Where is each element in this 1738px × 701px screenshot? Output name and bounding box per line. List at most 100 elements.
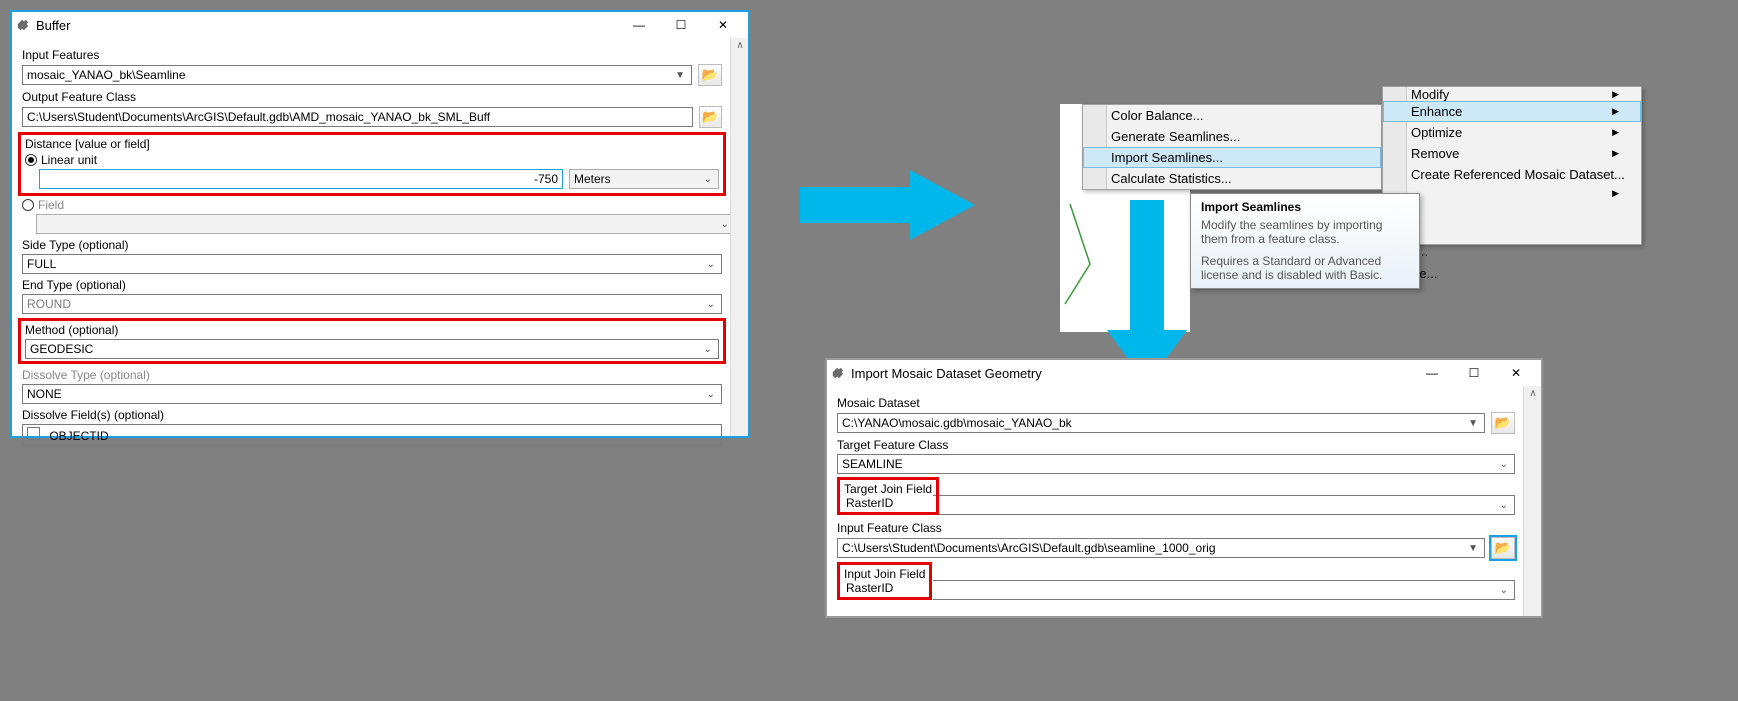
- linear-unit-radio[interactable]: Linear unit: [25, 153, 719, 167]
- field-combo[interactable]: ⌄: [36, 214, 736, 234]
- mosaic-dataset-value: C:\YANAO\mosaic.gdb\mosaic_YANAO_bk: [842, 416, 1072, 430]
- distance-label: Distance [value or field]: [25, 137, 719, 151]
- buffer-title: Buffer: [36, 18, 70, 33]
- target-join-label: Target Join Field: [844, 482, 932, 496]
- side-type-value: FULL: [27, 257, 56, 271]
- tooltip-body-1: Modify the seamlines by importing them f…: [1201, 218, 1409, 246]
- arrow-right-icon: [800, 165, 980, 248]
- input-join-value: RasterID: [844, 581, 925, 595]
- chevron-down-icon: ⌄: [707, 259, 717, 270]
- field-radio[interactable]: Field: [22, 198, 722, 212]
- chevron-down-icon: ▼: [1468, 543, 1480, 554]
- context-menu-parent: Modify▶ Enhance▶ Optimize▶ Remove▶ Creat…: [1382, 86, 1642, 245]
- dissolve-type-value: NONE: [27, 387, 62, 401]
- chevron-down-icon: ⌄: [704, 344, 714, 355]
- chevron-down-icon: ⌄: [1500, 459, 1510, 470]
- chevron-down-icon: ⌄: [704, 174, 714, 185]
- input-features-combo[interactable]: mosaic_YANAO_bk\Seamline ▼: [22, 65, 692, 85]
- submenu-arrow-icon: ▶: [1612, 148, 1619, 159]
- browse-input-fc-button[interactable]: 📂: [1491, 537, 1515, 559]
- method-section-highlight: Method (optional) GEODESIC ⌄: [18, 318, 726, 364]
- mosaic-dataset-combo[interactable]: C:\YANAO\mosaic.gdb\mosaic_YANAO_bk ▼: [837, 413, 1485, 433]
- tooltip-title: Import Seamlines: [1201, 200, 1409, 214]
- submenu-arrow-icon: ▶: [1612, 106, 1619, 117]
- scrollbar[interactable]: ∧: [1523, 386, 1541, 616]
- chevron-down-icon: ⌄: [707, 389, 717, 400]
- objectid-label: OBJECTID: [49, 429, 108, 443]
- output-label: Output Feature Class: [22, 90, 722, 104]
- ctx-color-balance[interactable]: Color Balance...: [1083, 105, 1381, 126]
- output-path-input[interactable]: [22, 107, 693, 127]
- objectid-checkbox[interactable]: [27, 427, 40, 440]
- ctx-generate-seamlines[interactable]: Generate Seamlines...: [1083, 126, 1381, 147]
- close-button[interactable]: ✕: [702, 13, 744, 37]
- target-fc-value: SEAMLINE: [842, 457, 903, 471]
- distance-unit-value: Meters: [574, 172, 611, 186]
- dissolve-type-label: Dissolve Type (optional): [22, 368, 722, 382]
- end-type-value: ROUND: [27, 297, 71, 311]
- method-label: Method (optional): [25, 323, 719, 337]
- side-type-combo[interactable]: FULL ⌄: [22, 254, 722, 274]
- input-fc-combo[interactable]: C:\Users\Student\Documents\ArcGIS\Defaul…: [837, 538, 1485, 558]
- linear-unit-label: Linear unit: [41, 153, 97, 167]
- radio-unselected-icon: [22, 199, 34, 211]
- ctx-remove[interactable]: Remove▶: [1383, 143, 1641, 164]
- input-features-value: mosaic_YANAO_bk\Seamline: [27, 68, 186, 82]
- target-join-combo[interactable]: ⌄: [933, 495, 1515, 515]
- minimize-button[interactable]: —: [1411, 361, 1453, 385]
- ctx-share-service[interactable]: Share As Image Service...: [1383, 223, 1641, 244]
- input-join-highlight: Input Join Field RasterID: [837, 562, 932, 600]
- method-value: GEODESIC: [30, 342, 93, 356]
- input-features-label: Input Features: [22, 48, 722, 62]
- end-type-combo[interactable]: ROUND ⌄: [22, 294, 722, 314]
- scroll-up-icon[interactable]: ∧: [1526, 388, 1540, 402]
- ctx-modify[interactable]: Modify▶: [1383, 87, 1641, 101]
- target-fc-label: Target Feature Class: [837, 438, 1515, 452]
- chevron-down-icon: ▼: [1468, 418, 1480, 429]
- browse-mosaic-button[interactable]: 📂: [1491, 412, 1515, 434]
- ctx-analyze[interactable]: Analyze...: [1383, 202, 1641, 223]
- maximize-button[interactable]: ☐: [660, 13, 702, 37]
- distance-section-highlight: Distance [value or field] Linear unit Me…: [18, 132, 726, 196]
- minimize-button[interactable]: —: [618, 13, 660, 37]
- ctx-repair[interactable]: ▶: [1383, 185, 1641, 202]
- input-fc-label: Input Feature Class: [837, 521, 1515, 535]
- import-titlebar[interactable]: Import Mosaic Dataset Geometry — ☐ ✕: [827, 360, 1541, 386]
- tool-icon: [16, 18, 30, 32]
- chevron-down-icon: ▼: [675, 70, 687, 81]
- maximize-button[interactable]: ☐: [1453, 361, 1495, 385]
- method-combo[interactable]: GEODESIC ⌄: [25, 339, 719, 359]
- chevron-down-icon: ⌄: [707, 299, 717, 310]
- buffer-titlebar[interactable]: Buffer — ☐ ✕: [12, 12, 748, 38]
- submenu-arrow-icon: ▶: [1612, 89, 1619, 100]
- scrollbar[interactable]: ∧: [730, 38, 748, 436]
- input-join-combo[interactable]: ⌄: [933, 580, 1515, 600]
- submenu-arrow-icon: ▶: [1612, 127, 1619, 138]
- ctx-import-seamlines[interactable]: Import Seamlines...: [1083, 147, 1381, 168]
- ctx-calculate-statistics[interactable]: Calculate Statistics...: [1083, 168, 1381, 189]
- browse-input-button[interactable]: 📂: [698, 64, 722, 86]
- ctx-enhance[interactable]: Enhance▶: [1383, 101, 1641, 122]
- dissolve-type-combo[interactable]: NONE ⌄: [22, 384, 722, 404]
- import-window: Import Mosaic Dataset Geometry — ☐ ✕ ∧ M…: [825, 358, 1543, 618]
- target-fc-combo[interactable]: SEAMLINE ⌄: [837, 454, 1515, 474]
- input-join-label: Input Join Field: [844, 567, 925, 581]
- scroll-up-icon[interactable]: ∧: [733, 40, 747, 54]
- browse-output-button[interactable]: 📂: [699, 106, 722, 128]
- context-menu-mosaic: Color Balance... Generate Seamlines... I…: [1082, 104, 1382, 190]
- close-button[interactable]: ✕: [1495, 361, 1537, 385]
- target-join-value: RasterID: [844, 496, 932, 510]
- submenu-arrow-icon: ▶: [1612, 188, 1619, 199]
- radio-selected-icon: [25, 154, 37, 166]
- distance-unit-combo[interactable]: Meters ⌄: [569, 169, 719, 189]
- buffer-window: Buffer — ☐ ✕ ∧ Input Features mosaic_YAN…: [10, 10, 750, 438]
- mosaic-dataset-label: Mosaic Dataset: [837, 396, 1515, 410]
- dissolve-fields-label: Dissolve Field(s) (optional): [22, 408, 722, 422]
- field-label: Field: [38, 198, 64, 212]
- tooltip-body-2: Requires a Standard or Advanced license …: [1201, 254, 1409, 282]
- end-type-label: End Type (optional): [22, 278, 722, 292]
- ctx-optimize[interactable]: Optimize▶: [1383, 122, 1641, 143]
- ctx-create-referenced[interactable]: Create Referenced Mosaic Dataset...: [1383, 164, 1641, 185]
- input-fc-value: C:\Users\Student\Documents\ArcGIS\Defaul…: [842, 541, 1216, 555]
- distance-value-input[interactable]: [39, 169, 563, 189]
